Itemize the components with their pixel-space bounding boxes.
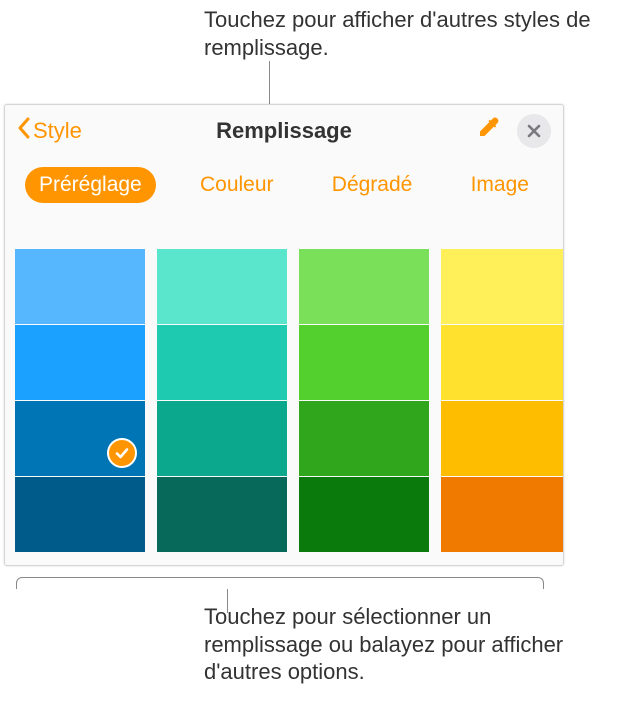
swatch-cell[interactable] [299, 325, 429, 400]
swatch-cell[interactable] [441, 249, 563, 324]
swatch-cell[interactable] [157, 401, 287, 476]
callout-line-bottom [16, 577, 544, 589]
eyedropper-icon [477, 116, 503, 142]
swatch-column [157, 249, 287, 555]
callout-top: Touchez pour afficher d'autres styles de… [204, 6, 614, 61]
swatch-cell[interactable] [157, 249, 287, 324]
swatch-cell[interactable] [15, 325, 145, 400]
swatch-column [299, 249, 429, 555]
selected-indicator [107, 438, 137, 468]
swatch-cell[interactable] [157, 325, 287, 400]
swatch-column [15, 249, 145, 555]
header-actions [477, 105, 551, 157]
close-icon [527, 124, 541, 138]
chevron-left-icon [17, 117, 33, 145]
back-label: Style [33, 118, 82, 144]
swatch-cell[interactable] [299, 401, 429, 476]
fill-tabs: Préréglage Couleur Dégradé Image [5, 161, 563, 217]
swatch-cell[interactable] [15, 477, 145, 552]
tab-color[interactable]: Couleur [186, 167, 288, 203]
tab-preset[interactable]: Préréglage [25, 167, 156, 203]
tab-gradient[interactable]: Dégradé [318, 167, 427, 203]
close-button[interactable] [517, 114, 551, 148]
back-button[interactable]: Style [17, 117, 82, 145]
swatch-cell[interactable] [157, 477, 287, 552]
swatch-cell[interactable] [15, 401, 145, 476]
preset-swatches[interactable] [15, 249, 563, 565]
swatch-cell[interactable] [441, 401, 563, 476]
check-icon [114, 445, 130, 461]
panel-header: Style Remplissage [5, 105, 563, 157]
swatch-cell[interactable] [441, 325, 563, 400]
fill-panel: Style Remplissage Préréglage Couleur Dég… [4, 104, 564, 566]
callout-bottom: Touchez pour sélectionner un remplissage… [204, 603, 614, 686]
swatch-column [441, 249, 563, 555]
eyedropper-button[interactable] [477, 116, 503, 147]
swatch-cell[interactable] [299, 477, 429, 552]
swatch-cell[interactable] [441, 477, 563, 552]
swatch-cell[interactable] [15, 249, 145, 324]
tab-image[interactable]: Image [457, 167, 543, 203]
swatch-cell[interactable] [299, 249, 429, 324]
